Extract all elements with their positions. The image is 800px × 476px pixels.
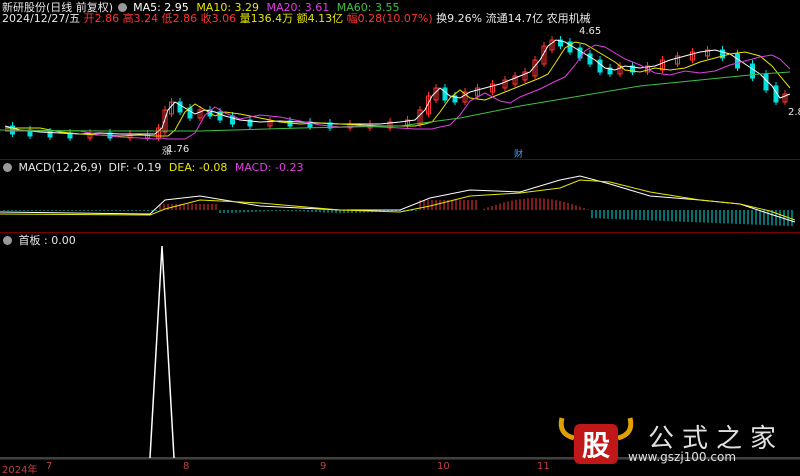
candle-body	[735, 53, 740, 69]
date-axis-tick: 11	[537, 461, 550, 472]
macd-header: MACD(12,26,9) DIF: -0.19 DEA: -0.08 MACD…	[2, 161, 303, 174]
bull-logo-icon: 股	[558, 417, 634, 464]
indicator-header: 首板 : 0.00	[2, 234, 76, 247]
macd-value: MACD: -0.23	[234, 161, 304, 174]
indicator-spike-line	[149, 245, 175, 459]
candle-body	[587, 53, 593, 65]
event-marker-limit-up[interactable]: 涨	[162, 146, 171, 157]
candle-body	[442, 87, 448, 101]
date-axis-tick: 8	[183, 461, 190, 472]
candle-body	[567, 41, 573, 53]
macd-dif: DIF: -0.19	[108, 161, 162, 174]
watermark: 股 公式之家 www.gszj100.com	[556, 412, 800, 472]
right-price-label: 2.8	[788, 107, 800, 118]
high-price-label: 4.65	[579, 26, 601, 37]
ma5-line	[4, 39, 791, 135]
date-axis-tick: 7	[46, 461, 53, 472]
candle-body	[597, 59, 603, 73]
candle-body	[750, 63, 755, 79]
settings-icon[interactable]	[3, 163, 12, 172]
macd-pane[interactable]	[0, 175, 796, 227]
date-axis-tick: 9	[320, 461, 327, 472]
svg-text:股: 股	[582, 429, 610, 462]
date-axis-tick: 10	[437, 461, 450, 472]
pane-separator[interactable]	[0, 159, 800, 160]
candle-body	[177, 101, 183, 113]
price-pane[interactable]	[0, 36, 791, 141]
macd-title[interactable]: MACD(12,26,9)	[19, 161, 103, 174]
chart-canvas[interactable]: 4.65 1.76 2.8 涨 财	[0, 0, 800, 473]
pane-separator[interactable]	[0, 232, 800, 233]
macd-dea: DEA: -0.08	[168, 161, 228, 174]
watermark-url: www.gszj100.com	[628, 450, 737, 464]
date-axis-year: 2024年	[2, 465, 38, 476]
settings-icon[interactable]	[3, 236, 12, 245]
indicator-title[interactable]: 首板 : 0.00	[19, 234, 76, 247]
